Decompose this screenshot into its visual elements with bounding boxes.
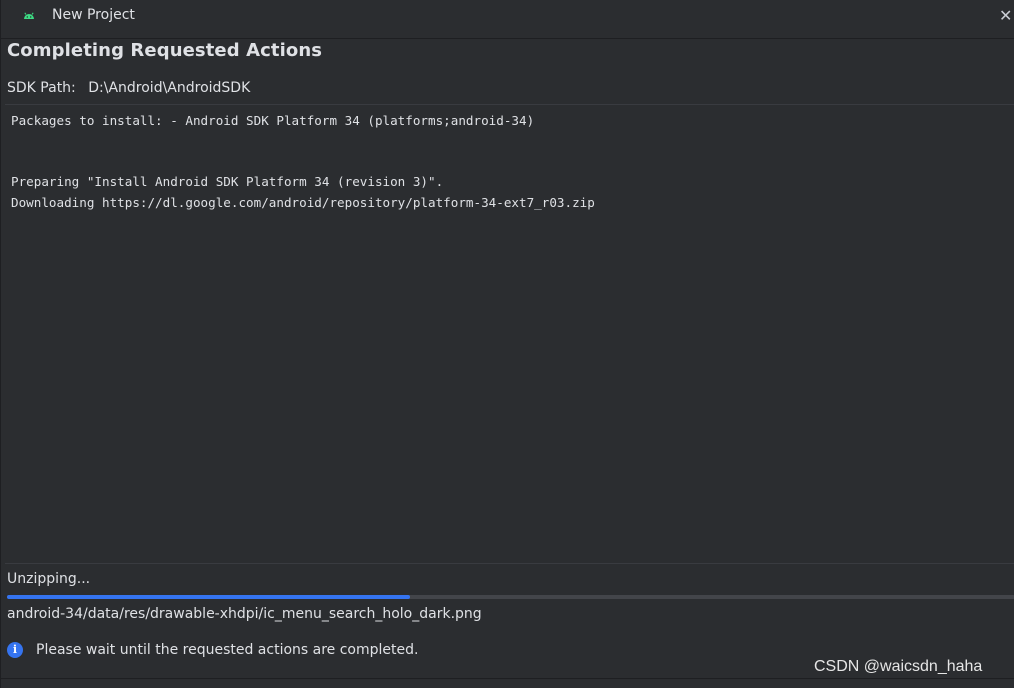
progress-bar-fill (7, 595, 411, 599)
info-message-row: i Please wait until the requested action… (7, 642, 418, 658)
progress-bar (7, 595, 1014, 599)
watermark: CSDN @waicsdn_haha (814, 658, 983, 675)
log-line: Packages to install: - Android SDK Platf… (11, 113, 535, 128)
new-project-dialog: New Project ✕ Completing Requested Actio… (0, 0, 1014, 688)
title-bar: New Project ✕ (1, 0, 1014, 32)
install-log[interactable]: Packages to install: - Android SDK Platf… (5, 104, 1014, 564)
info-icon: i (7, 642, 23, 658)
log-line: Downloading https://dl.google.com/androi… (11, 195, 595, 210)
page-title: Completing Requested Actions (7, 40, 323, 61)
info-message: Please wait until the requested actions … (36, 642, 419, 658)
bottom-divider (1, 678, 1014, 679)
current-file: android-34/data/res/drawable-xhdpi/ic_me… (7, 606, 482, 622)
close-button[interactable]: ✕ (999, 6, 1014, 26)
window-title: New Project (52, 7, 135, 23)
sdk-path-label: SDK Path: (7, 80, 76, 96)
sdk-path-value: D:\Android\AndroidSDK (88, 80, 251, 96)
log-line: Preparing "Install Android SDK Platform … (11, 174, 444, 189)
android-icon (21, 8, 37, 24)
title-divider (1, 38, 1014, 39)
progress-status: Unzipping... (7, 571, 91, 587)
sdk-path-row: SDK Path: D:\Android\AndroidSDK (7, 80, 250, 96)
